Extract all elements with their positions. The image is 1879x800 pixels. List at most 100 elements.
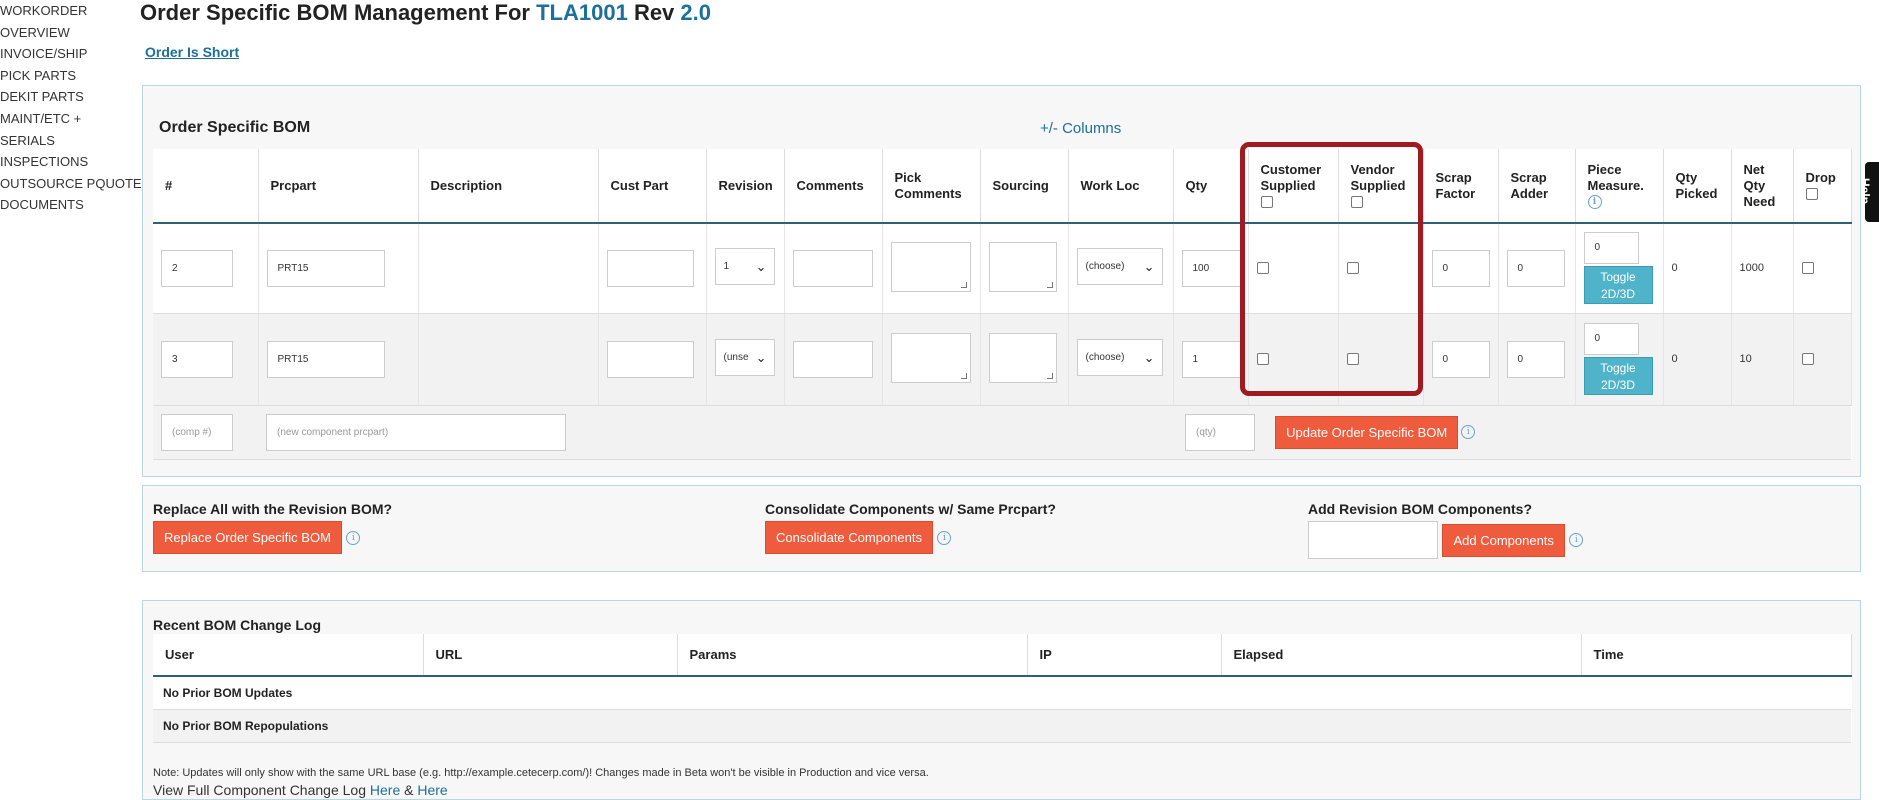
revision-select[interactable]: 1 ⌄ (714, 248, 775, 286)
revision-select[interactable]: (unse ⌄ (714, 339, 775, 376)
comments-input[interactable] (792, 249, 873, 287)
comp-num-input[interactable]: 2 (161, 249, 233, 287)
new-component-row: (comp #) (new component prcpart) (qty) U… (153, 405, 1851, 460)
col-header-cust-part: Cust Part (598, 149, 707, 224)
nav-item-pick-parts[interactable]: PICK PARTS (0, 65, 135, 87)
sourcing-textarea[interactable] (988, 241, 1057, 292)
new-qty-input[interactable]: (qty) (1185, 413, 1255, 451)
piece-measure-input[interactable]: 0 (1583, 232, 1639, 265)
revision-value: 1 (723, 261, 730, 273)
comp-num-input[interactable]: 3 (161, 340, 233, 378)
replace-order-specific-bom-button[interactable]: Replace Order Specific BOM (153, 521, 342, 554)
update-order-specific-bom-button[interactable]: Update Order Specific BOM (1275, 415, 1459, 449)
customer-supplied-all-checkbox[interactable] (1260, 196, 1273, 209)
nav-item-outsource-pquote[interactable]: OUTSOURCE PQUOTE (0, 173, 142, 195)
full-change-log-line: View Full Component Change Log Here & He… (153, 782, 448, 798)
columns-toggle-link[interactable]: +/- Columns (1040, 120, 1121, 137)
col-header-work-loc: Work Loc (1068, 149, 1174, 224)
drop-all-checkbox[interactable] (1805, 188, 1818, 201)
log-header-time: Time (1581, 634, 1852, 677)
scrap-factor-input[interactable]: 0 (1431, 340, 1490, 378)
qty-picked-value: 0 (1663, 313, 1732, 406)
qty-input[interactable]: 1 (1181, 340, 1244, 378)
scrap-adder-input[interactable]: 0 (1506, 249, 1565, 287)
col-header-piece-measure: Piece Measure. i (1575, 149, 1664, 224)
vendor-supplied-all-checkbox[interactable] (1350, 196, 1363, 209)
consolidate-components-button[interactable]: Consolidate Components (765, 521, 933, 554)
cust-part-input[interactable] (606, 340, 694, 378)
here-link-2[interactable]: Here (417, 782, 447, 798)
info-icon[interactable]: i (1587, 195, 1602, 210)
toggle-2d-3d-button[interactable]: Toggle 2D/3D (1583, 357, 1653, 395)
prcpart-input[interactable]: PRT15 (266, 340, 385, 378)
piece-measure-input[interactable]: 0 (1583, 323, 1639, 355)
work-loc-select[interactable]: (choose) ⌄ (1076, 339, 1163, 376)
qty-input[interactable]: 100 (1181, 249, 1244, 287)
net-qty-need-value: 10 (1731, 313, 1794, 406)
info-icon[interactable]: i (937, 530, 952, 545)
full-change-log-text: View Full Component Change Log (153, 782, 366, 798)
change-log-title: Recent BOM Change Log (153, 617, 322, 633)
vendor-supplied-checkbox[interactable] (1346, 353, 1359, 366)
scrap-factor-input[interactable]: 0 (1431, 249, 1490, 287)
customer-supplied-checkbox[interactable] (1256, 262, 1269, 275)
info-icon[interactable]: i (1461, 425, 1476, 439)
col-header-description: Description (418, 149, 599, 224)
bom-header-row: # Prcpart Description Cust Part Revision… (153, 149, 1852, 224)
part-link[interactable]: TLA1001 (536, 0, 628, 25)
order-specific-bom-panel: Order Specific BOM +/- Columns # Prcpart… (142, 85, 1861, 477)
new-comp-num-input[interactable]: (comp #) (161, 413, 233, 451)
work-loc-value: (choose) (1085, 261, 1125, 273)
nav-item-maint-etc[interactable]: MAINT/ETC + (0, 108, 135, 130)
toggle-2d-3d-button[interactable]: Toggle 2D/3D (1583, 266, 1653, 305)
drop-checkbox[interactable] (1801, 262, 1814, 275)
chevron-down-icon: ⌄ (1143, 259, 1155, 275)
nav-item-serials[interactable]: SERIALS (0, 130, 135, 152)
amp-separator: & (404, 782, 414, 798)
sourcing-textarea[interactable] (988, 332, 1057, 383)
description-cell (418, 223, 599, 314)
work-loc-select[interactable]: (choose) ⌄ (1076, 248, 1163, 286)
nav-item-documents[interactable]: DOCUMENTS (0, 194, 135, 216)
customer-supplied-checkbox[interactable] (1256, 353, 1269, 366)
rev-label: Rev (633, 0, 675, 25)
col-header-drop: Drop (1793, 149, 1852, 224)
info-icon[interactable]: i (346, 530, 361, 545)
add-components-input[interactable] (1308, 521, 1438, 559)
table-row: No Prior BOM Updates (153, 676, 1851, 710)
chevron-down-icon: ⌄ (755, 350, 767, 365)
col-header-prcpart[interactable]: Prcpart (258, 149, 419, 224)
page-title-prefix: Order Specific BOM Management For (140, 0, 530, 25)
comments-input[interactable] (792, 340, 873, 378)
order-is-short-link[interactable]: Order Is Short (145, 44, 239, 60)
nav-item-overview[interactable]: OVERVIEW (0, 22, 135, 44)
info-icon[interactable]: i (1569, 533, 1584, 547)
log-header-ip: IP (1027, 634, 1222, 677)
pick-comments-textarea[interactable] (890, 241, 971, 292)
scrap-adder-input[interactable]: 0 (1506, 340, 1565, 378)
here-link-1[interactable]: Here (370, 782, 400, 798)
log-header-elapsed: Elapsed (1221, 634, 1582, 677)
add-components-button[interactable]: Add Components (1442, 523, 1565, 557)
help-tab[interactable]: Help (1858, 162, 1879, 222)
nav-item-invoice-ship[interactable]: INVOICE/SHIP (0, 43, 135, 65)
cust-part-input[interactable] (606, 249, 694, 287)
nav-item-workorder[interactable]: WORKORDER (0, 0, 135, 22)
revision-value: (unse (723, 352, 749, 363)
chevron-down-icon: ⌄ (1143, 350, 1155, 365)
drop-checkbox[interactable] (1801, 353, 1814, 366)
rev-link[interactable]: 2.0 (680, 0, 711, 25)
pick-comments-textarea[interactable] (890, 332, 971, 383)
qty-picked-value: 0 (1663, 223, 1732, 314)
new-prcpart-input[interactable]: (new component prcpart) (266, 413, 566, 451)
bom-actions-panel: Replace All with the Revision BOM? Repla… (142, 485, 1861, 572)
prcpart-input[interactable]: PRT15 (266, 249, 385, 287)
bom-change-log-panel: Recent BOM Change Log User URL Params IP… (142, 600, 1861, 800)
bom-table: # Prcpart Description Cust Part Revision… (153, 149, 1852, 460)
nav-item-inspections[interactable]: INSPECTIONS (0, 151, 135, 173)
col-header-qty-picked: Qty Picked (1663, 149, 1732, 224)
page-title: Order Specific BOM Management For TLA100… (140, 0, 711, 26)
vendor-supplied-checkbox[interactable] (1346, 262, 1359, 275)
table-row: No Prior BOM Repopulations (153, 709, 1851, 743)
nav-item-dekit-parts[interactable]: DEKIT PARTS (0, 86, 135, 108)
